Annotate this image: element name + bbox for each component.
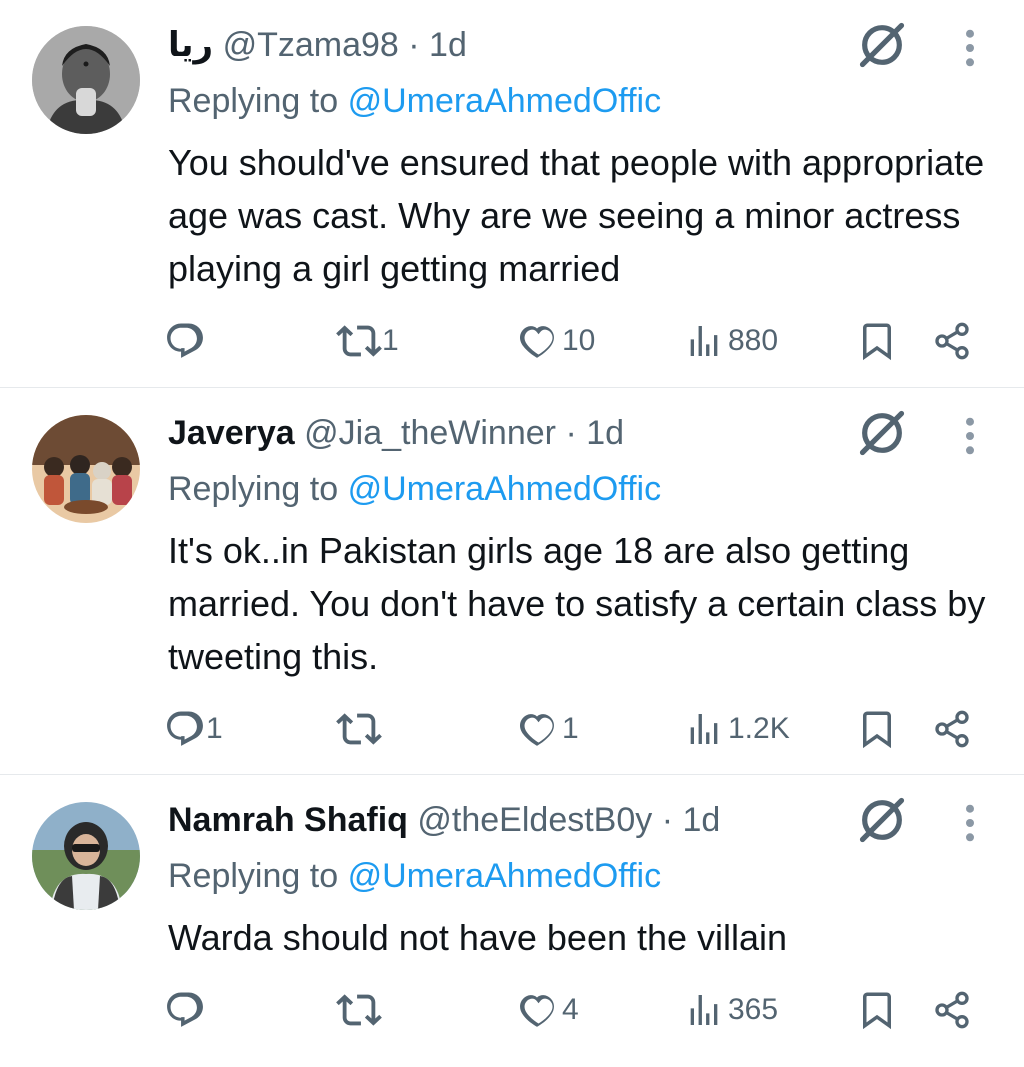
tweet-text: You should've ensured that people with a… bbox=[168, 142, 985, 289]
reply-icon bbox=[164, 708, 206, 750]
like-button[interactable]: 4 bbox=[516, 985, 579, 1035]
like-count: 10 bbox=[562, 324, 596, 357]
tweet-text: It's ok..in Pakistan girls age 18 are al… bbox=[168, 530, 986, 677]
reply-count: 1 bbox=[206, 712, 223, 745]
tweet-3[interactable]: Namrah Shafiq @theEldestB0y · 1d Replyin… bbox=[0, 775, 1024, 1067]
repost-icon bbox=[336, 706, 382, 752]
bookmark-button[interactable] bbox=[856, 985, 898, 1035]
user-handle[interactable]: @theEldestB0y bbox=[417, 801, 652, 839]
tweet-header: Namrah Shafiq @theEldestB0y · 1d bbox=[168, 796, 720, 844]
tweet-2[interactable]: Javerya @Jia_theWinner · 1d Replying to … bbox=[0, 388, 1024, 774]
display-name[interactable]: ريا bbox=[168, 26, 213, 64]
reply-button[interactable] bbox=[164, 316, 210, 366]
share-icon bbox=[932, 709, 972, 749]
view-count: 1.2K bbox=[728, 712, 790, 745]
replying-prefix: Replying to bbox=[168, 857, 339, 895]
views-button[interactable]: 1.2K bbox=[684, 704, 790, 754]
separator: · bbox=[661, 801, 674, 839]
view-count: 365 bbox=[728, 993, 779, 1026]
like-button[interactable]: 1 bbox=[516, 704, 579, 754]
share-button[interactable] bbox=[932, 985, 972, 1035]
like-icon bbox=[516, 989, 558, 1031]
tweet-header: Javerya @Jia_theWinner · 1d bbox=[168, 409, 624, 457]
reply-button[interactable]: 1 bbox=[164, 704, 223, 754]
tweet-1[interactable]: ريا @Tzama98 · 1d Replying to @UmeraAhme… bbox=[0, 0, 1024, 387]
avatar[interactable] bbox=[32, 802, 140, 910]
repost-count: 1 bbox=[382, 324, 399, 357]
grok-icon[interactable] bbox=[856, 19, 908, 71]
avatar[interactable] bbox=[32, 26, 140, 134]
share-button[interactable] bbox=[932, 704, 972, 754]
repost-button[interactable] bbox=[336, 704, 386, 754]
user-handle[interactable]: @Tzama98 bbox=[223, 26, 399, 64]
grok-icon[interactable] bbox=[856, 407, 908, 459]
like-button[interactable]: 10 bbox=[516, 316, 595, 366]
replying-handle-link[interactable]: @UmeraAhmedOffic bbox=[348, 857, 662, 895]
reply-icon bbox=[164, 320, 206, 362]
display-name[interactable]: Javerya bbox=[168, 414, 295, 452]
bookmark-button[interactable] bbox=[856, 316, 898, 366]
more-vertical-icon[interactable] bbox=[956, 803, 984, 843]
replying-to: Replying to @UmeraAhmedOffic bbox=[168, 851, 661, 901]
bookmark-icon bbox=[856, 320, 898, 362]
tweet-header: ريا @Tzama98 · 1d bbox=[168, 21, 467, 69]
like-count: 1 bbox=[562, 712, 579, 745]
action-bar: 1 1 1.2K bbox=[0, 704, 1024, 754]
bookmark-icon bbox=[856, 708, 898, 750]
bookmark-button[interactable] bbox=[856, 704, 898, 754]
share-button[interactable] bbox=[932, 316, 972, 366]
user-handle[interactable]: @Jia_theWinner bbox=[304, 414, 556, 452]
more-vertical-icon[interactable] bbox=[956, 28, 984, 68]
views-button[interactable]: 365 bbox=[684, 985, 778, 1035]
like-icon bbox=[516, 320, 558, 362]
action-bar: 4 365 bbox=[0, 985, 1024, 1035]
views-icon bbox=[684, 709, 724, 749]
views-icon bbox=[684, 321, 724, 361]
replying-prefix: Replying to bbox=[168, 82, 339, 120]
repost-button[interactable]: 1 bbox=[336, 316, 399, 366]
more-vertical-icon[interactable] bbox=[956, 416, 984, 456]
views-icon bbox=[684, 990, 724, 1030]
replying-prefix: Replying to bbox=[168, 470, 339, 508]
replying-to: Replying to @UmeraAhmedOffic bbox=[168, 76, 661, 126]
replying-handle-link[interactable]: @UmeraAhmedOffic bbox=[348, 470, 662, 508]
timestamp[interactable]: 1d bbox=[429, 26, 467, 64]
display-name[interactable]: Namrah Shafiq bbox=[168, 801, 408, 839]
bookmark-icon bbox=[856, 989, 898, 1031]
timestamp[interactable]: 1d bbox=[683, 801, 721, 839]
repost-icon bbox=[336, 987, 382, 1033]
action-bar: 1 10 880 bbox=[0, 316, 1024, 366]
share-icon bbox=[932, 321, 972, 361]
avatar[interactable] bbox=[32, 415, 140, 523]
views-button[interactable]: 880 bbox=[684, 316, 778, 366]
repost-button[interactable] bbox=[336, 985, 386, 1035]
like-count: 4 bbox=[562, 993, 579, 1026]
like-icon bbox=[516, 708, 558, 750]
share-icon bbox=[932, 990, 972, 1030]
replying-handle-link[interactable]: @UmeraAhmedOffic bbox=[348, 82, 662, 120]
replying-to: Replying to @UmeraAhmedOffic bbox=[168, 464, 661, 514]
separator: · bbox=[408, 26, 420, 64]
view-count: 880 bbox=[728, 324, 779, 357]
separator: · bbox=[565, 414, 577, 452]
repost-icon bbox=[336, 318, 382, 364]
timestamp[interactable]: 1d bbox=[586, 414, 624, 452]
reply-button[interactable] bbox=[164, 985, 210, 1035]
tweet-text: Warda should not have been the villain bbox=[168, 917, 788, 958]
grok-icon[interactable] bbox=[856, 794, 908, 846]
reply-icon bbox=[164, 989, 206, 1031]
